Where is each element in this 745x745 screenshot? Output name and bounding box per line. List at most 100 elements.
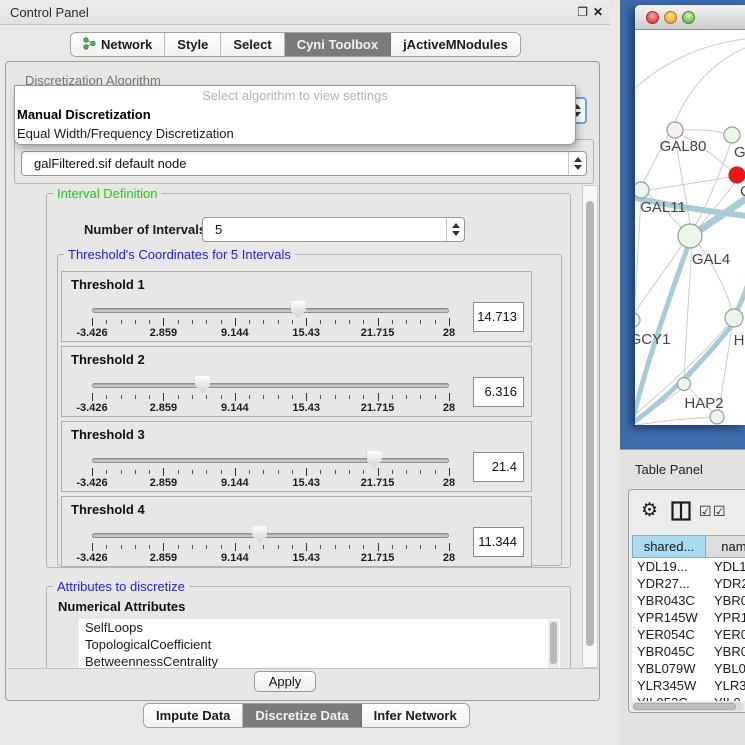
slider-scale-labels: -3.4262.8599.14415.4321.71528	[92, 477, 449, 489]
slider-tick-label: 28	[443, 477, 455, 489]
node-h[interactable]	[725, 309, 743, 327]
interval-definition-group: Interval Definition Number of Intervals …	[46, 193, 571, 568]
threshold-2-slider-thumb[interactable]	[195, 376, 210, 393]
threshold-1-label: Threshold 1	[71, 277, 145, 292]
table-cell: YIL052C	[632, 694, 706, 701]
settings-scroll-viewport: Interval Definition Number of Intervals …	[7, 182, 600, 669]
tab-infer-network[interactable]: Infer Network	[362, 704, 469, 727]
slider-tick-label: 9.144	[221, 477, 249, 489]
threshold-4-slider-track[interactable]	[92, 533, 449, 538]
combo-stepper-icon	[568, 152, 586, 175]
settings-vertical-scrollbar[interactable]	[582, 185, 598, 668]
attribute-item[interactable]: TopologicalCoefficient	[79, 636, 560, 653]
table-row[interactable]: YIL052CYIL0	[632, 694, 745, 701]
dropdown-placeholder-item[interactable]: Select algorithm to view settings	[15, 86, 575, 105]
dropdown-item-manual-discretization[interactable]: Manual Discretization	[15, 105, 575, 124]
table-row[interactable]: YPR145WYPR1	[632, 609, 745, 626]
slider-tick-label: 21.715	[361, 327, 395, 339]
column-header-shared-name[interactable]: shared...	[632, 535, 706, 558]
threshold-4-label: Threshold 4	[71, 502, 145, 517]
tab-select[interactable]: Select	[221, 33, 284, 56]
column-header-name[interactable]: name	[706, 535, 745, 558]
threshold-4-slider-thumb[interactable]	[252, 526, 267, 543]
threshold-3-slider-thumb[interactable]	[367, 451, 382, 468]
dropdown-item-equal-width[interactable]: Equal Width/Frequency Discretization	[15, 124, 575, 143]
table-row[interactable]: YBL079WYBL0	[632, 660, 745, 677]
table-row[interactable]: YBR045CYBR0	[632, 643, 745, 660]
attribute-item[interactable]: SelfLoops	[79, 619, 560, 636]
table-cell: YBR0	[706, 643, 745, 660]
threshold-3-slider-track[interactable]	[92, 458, 449, 463]
gear-icon[interactable]: ⚙	[641, 499, 658, 522]
table-cell: YDR2	[706, 575, 745, 592]
table-row[interactable]: YDL19...YDL1	[632, 558, 745, 575]
table-panel-section: Table Panel ⚙ ☑ ☑ shared... name YDL19..…	[620, 449, 745, 745]
threshold-1-slider-thumb[interactable]	[291, 301, 306, 318]
mac-minimize-icon[interactable]	[664, 11, 677, 24]
panel-title: Control Panel	[10, 0, 89, 25]
table-cell: YER054C	[632, 626, 706, 643]
threshold-4-value-field[interactable]: 11.344	[473, 527, 524, 557]
tab-cyni-toolbox[interactable]: Cyni Toolbox	[285, 33, 391, 56]
table-cell: YBL079W	[632, 660, 706, 677]
mac-close-icon[interactable]	[646, 11, 659, 24]
checkbox-icon[interactable]: ☑	[713, 503, 726, 520]
network-desktop-frame: GAL80 GA C GAL11 GAL4 GCY1 H HAP2	[620, 0, 745, 449]
tab-cyni-toolbox-label: Cyni Toolbox	[297, 37, 378, 52]
mac-zoom-icon[interactable]	[682, 11, 695, 24]
threshold-1-slider-track[interactable]	[92, 308, 449, 313]
node-gal4[interactable]	[678, 224, 702, 248]
node-gal11[interactable]	[635, 182, 649, 198]
tab-network[interactable]: Network	[71, 33, 165, 56]
threshold-2-value-field[interactable]: 6.316	[473, 377, 524, 407]
threshold-2-slider-track[interactable]	[92, 383, 449, 388]
close-icon[interactable]: ✕	[593, 0, 603, 25]
apply-button[interactable]: Apply	[254, 671, 316, 692]
table-horizontal-scrollbar[interactable]	[632, 702, 744, 711]
slider-tick-label: 15.43	[292, 327, 320, 339]
tab-impute-data[interactable]: Impute Data	[144, 704, 243, 727]
table-cell: YBR045C	[632, 643, 706, 660]
node-ga[interactable]	[724, 127, 740, 143]
attribute-item[interactable]: BetweennessCentrality	[79, 653, 560, 669]
bottom-tab-bar: Impute Data Discretize Data Infer Networ…	[143, 703, 470, 728]
table-row[interactable]: YLR345WYLR3	[632, 677, 745, 694]
table-cell: YDL1	[706, 558, 745, 575]
tab-style[interactable]: Style	[165, 33, 221, 56]
table-cell: YBL0	[706, 660, 745, 677]
top-tab-bar: Network Style Select Cyni Toolbox jActiv…	[70, 32, 521, 57]
slider-tick-label: 9.144	[221, 402, 249, 414]
columns-icon[interactable]	[671, 501, 691, 524]
node-red[interactable]	[729, 167, 745, 183]
node-label-gcy1: GCY1	[635, 331, 670, 348]
tab-jactivemnodules[interactable]: jActiveMNodules	[391, 33, 520, 56]
node-hap2[interactable]	[678, 378, 691, 391]
table-toolbar: ⚙ ☑ ☑	[629, 490, 745, 535]
node-bottom[interactable]	[710, 410, 724, 424]
slider-tick-label: 28	[443, 402, 455, 414]
node-gcy1[interactable]	[635, 313, 640, 327]
table-cell: YDR27...	[632, 575, 706, 592]
tab-discretize-data[interactable]: Discretize Data	[243, 704, 361, 727]
table-row[interactable]: YBR043CYBR0	[632, 592, 745, 609]
node-label-ga: GA	[734, 144, 745, 161]
threshold-1-value-field[interactable]: 14.713	[473, 302, 524, 332]
numerical-attributes-list: SelfLoopsTopologicalCoefficientBetweenne…	[79, 619, 560, 669]
number-of-intervals-combobox[interactable]: 5	[202, 217, 465, 242]
slider-scale-labels: -3.4262.8599.14415.4321.71528	[92, 552, 449, 564]
table-data-combobox[interactable]: galFiltered.sif default node	[21, 151, 587, 176]
table-row[interactable]: YER054CYER0	[632, 626, 745, 643]
slider-tick-label: 9.144	[221, 552, 249, 564]
number-of-intervals-value: 5	[215, 222, 222, 237]
attributes-list-scrollbar[interactable]	[548, 620, 559, 669]
threshold-3-value-field[interactable]: 21.4	[473, 452, 524, 482]
checkbox-icon[interactable]: ☑	[699, 503, 712, 520]
float-window-icon[interactable]: ❐	[577, 0, 588, 25]
node-gal80[interactable]	[667, 122, 683, 138]
combo-stepper-icon	[446, 218, 464, 241]
table-row[interactable]: YDR27...YDR2	[632, 575, 745, 592]
network-canvas[interactable]: GAL80 GA C GAL11 GAL4 GCY1 H HAP2	[635, 30, 745, 425]
tab-impute-data-label: Impute Data	[156, 708, 230, 723]
table-data-selected-value: galFiltered.sif default node	[34, 156, 186, 171]
slider-tick-label: 15.43	[292, 402, 320, 414]
